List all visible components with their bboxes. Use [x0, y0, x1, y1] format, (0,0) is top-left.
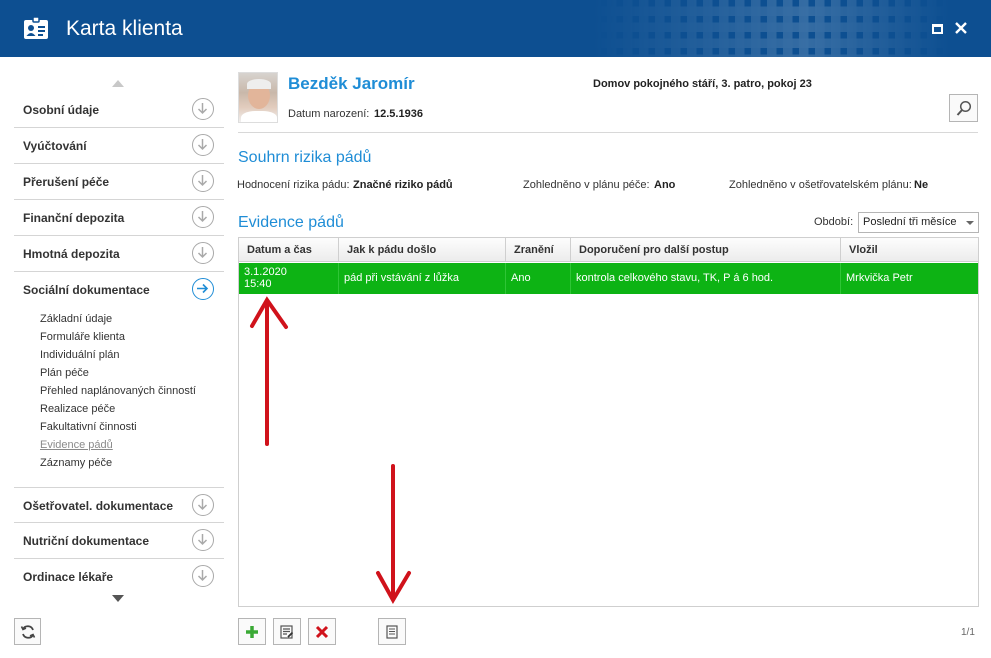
- expand-arrow-icon: [192, 565, 214, 587]
- sidebar-item-osobni-udaje[interactable]: Osobní údaje: [14, 92, 224, 128]
- close-button[interactable]: [951, 18, 971, 38]
- sidebar-item-label: Vyúčtování: [23, 139, 87, 153]
- grid-header: Datum a čas Jak k pádu došlo Zranění Dop…: [239, 238, 978, 262]
- column-header-recommendation[interactable]: Doporučení pro další postup: [571, 238, 841, 262]
- cell-injury: Ano: [506, 263, 571, 294]
- client-photo: [238, 72, 278, 123]
- subnav-item-individualni-plan[interactable]: Individuální plán: [40, 349, 196, 367]
- subnav-item-prehled-cinnosti[interactable]: Přehled naplánovaných činností: [40, 385, 196, 403]
- dob-label: Datum narození:: [288, 108, 370, 120]
- care-plan-label: Zohledněno v plánu péče:: [523, 179, 650, 191]
- pager: 1/1: [961, 627, 975, 638]
- subnav-item-zaznamy-pece[interactable]: Záznamy péče: [40, 457, 196, 475]
- cell-date-time: 15:40: [244, 278, 272, 290]
- sidebar-item-hmotna-depozita[interactable]: Hmotná depozita: [14, 236, 224, 272]
- subnav-item-realizace-pece[interactable]: Realizace péče: [40, 403, 196, 421]
- client-location: Domov pokojného stáří, 3. patro, pokoj 2…: [593, 78, 812, 90]
- falls-section-title: Evidence pádů: [238, 214, 344, 231]
- sidebar-item-label: Hmotná depozita: [23, 247, 120, 261]
- client-name: Bezděk Jaromír: [288, 74, 415, 93]
- risk-assessment-value: Značné riziko pádů: [353, 179, 453, 191]
- sidebar-item-label: Sociální dokumentace: [23, 283, 150, 297]
- maximize-icon: [931, 24, 943, 34]
- expand-arrow-icon: [192, 134, 214, 156]
- scroll-down-icon[interactable]: [112, 595, 124, 602]
- column-header-how[interactable]: Jak k pádu došlo: [339, 238, 506, 262]
- chevron-down-icon: [966, 221, 974, 225]
- delete-button[interactable]: [308, 618, 336, 645]
- sidebar-item-ordinace-lekare[interactable]: Ordinace lékaře: [14, 559, 224, 595]
- subnav-item-formulare-klienta[interactable]: Formuláře klienta: [40, 331, 196, 349]
- cell-how: pád při vstávání z lůžka: [339, 263, 506, 294]
- sidebar-item-socialni-dokumentace[interactable]: Sociální dokumentace: [14, 272, 224, 308]
- title-bar: Karta klienta: [0, 0, 991, 57]
- expand-arrow-icon: [192, 494, 214, 516]
- cell-author: Mrkvička Petr: [846, 272, 913, 284]
- sidebar-item-label: Ošetřovatel. dokumentace: [23, 499, 174, 513]
- edit-document-icon: [280, 625, 294, 639]
- nursing-plan-value: Ne: [914, 179, 929, 191]
- column-header-author[interactable]: Vložil: [841, 238, 978, 262]
- search-button[interactable]: [949, 94, 978, 122]
- falls-grid: Datum a čas Jak k pádu došlo Zranění Dop…: [238, 237, 979, 607]
- dob-value: 12.5.1936: [374, 108, 423, 120]
- edit-button[interactable]: [273, 618, 301, 645]
- sidebar-subnav: Základní údaje Formuláře klienta Individ…: [40, 313, 196, 475]
- column-header-date[interactable]: Datum a čas: [239, 238, 339, 262]
- cell-date: 3.1.2020 15:40: [239, 263, 339, 294]
- plus-icon: [246, 626, 258, 638]
- sidebar-item-osetrovatel-dokumentace[interactable]: Ošetřovatel. dokumentace: [14, 487, 224, 523]
- refresh-button[interactable]: [14, 618, 41, 645]
- add-button[interactable]: [238, 618, 266, 645]
- cell-date-day: 3.1.2020: [244, 266, 287, 278]
- header-divider: [238, 132, 978, 133]
- close-icon: [955, 22, 967, 34]
- expand-arrow-icon: [192, 98, 214, 120]
- sidebar-item-label: Nutriční dokumentace: [23, 534, 150, 548]
- document-icon: [386, 625, 398, 639]
- cross-icon: [315, 625, 329, 639]
- expand-arrow-icon: [192, 170, 214, 192]
- risk-assessment-label: Hodnocení rizika pádu:: [237, 179, 350, 191]
- subnav-item-fakultativni-cinnosti[interactable]: Fakultativní činnosti: [40, 421, 196, 439]
- magnifier-icon: [956, 100, 972, 116]
- arrow-right-icon: [192, 278, 214, 300]
- risk-section-title: Souhrn rizika pádů: [238, 149, 372, 166]
- care-plan-value: Ano: [654, 179, 676, 191]
- sidebar-item-vyuctovani[interactable]: Vyúčtování: [14, 128, 224, 164]
- expand-arrow-icon: [192, 242, 214, 264]
- sidebar-item-label: Ordinace lékaře: [23, 570, 114, 584]
- scroll-up-icon[interactable]: [112, 80, 124, 87]
- window-title: Karta klienta: [66, 17, 183, 40]
- nursing-plan-label: Zohledněno v ošetřovatelském plánu:: [729, 179, 912, 191]
- period-select-value: Poslední tři měsíce: [863, 216, 957, 228]
- sidebar-item-label: Finanční depozita: [23, 211, 125, 225]
- sidebar-item-label: Přerušení péče: [23, 175, 110, 189]
- title-bar-pattern: [591, 0, 951, 57]
- detail-button[interactable]: [378, 618, 406, 645]
- sidebar-item-nutricni-dokumentace[interactable]: Nutriční dokumentace: [14, 523, 224, 559]
- column-header-injury[interactable]: Zranění: [506, 238, 571, 262]
- sidebar-item-preruseni-pece[interactable]: Přerušení péče: [14, 164, 224, 200]
- cell-recommendation: kontrola celkového stavu, TK, P á 6 hod.: [571, 263, 841, 294]
- subnav-item-evidence-padu[interactable]: Evidence pádů: [40, 439, 196, 457]
- expand-arrow-icon: [192, 206, 214, 228]
- maximize-button[interactable]: [927, 18, 947, 38]
- table-row[interactable]: 3.1.2020 15:40 pád při vstávání z lůžka …: [239, 263, 978, 294]
- period-select[interactable]: Poslední tři měsíce: [858, 212, 979, 233]
- period-label: Období:: [814, 216, 854, 228]
- sidebar-item-label: Osobní údaje: [23, 103, 100, 117]
- client-card-icon: [24, 16, 48, 39]
- subnav-item-plan-pece[interactable]: Plán péče: [40, 367, 196, 385]
- subnav-item-zakladni-udaje[interactable]: Základní údaje: [40, 313, 196, 331]
- refresh-icon: [20, 625, 36, 639]
- expand-arrow-icon: [192, 529, 214, 551]
- sidebar-item-financni-depozita[interactable]: Finanční depozita: [14, 200, 224, 236]
